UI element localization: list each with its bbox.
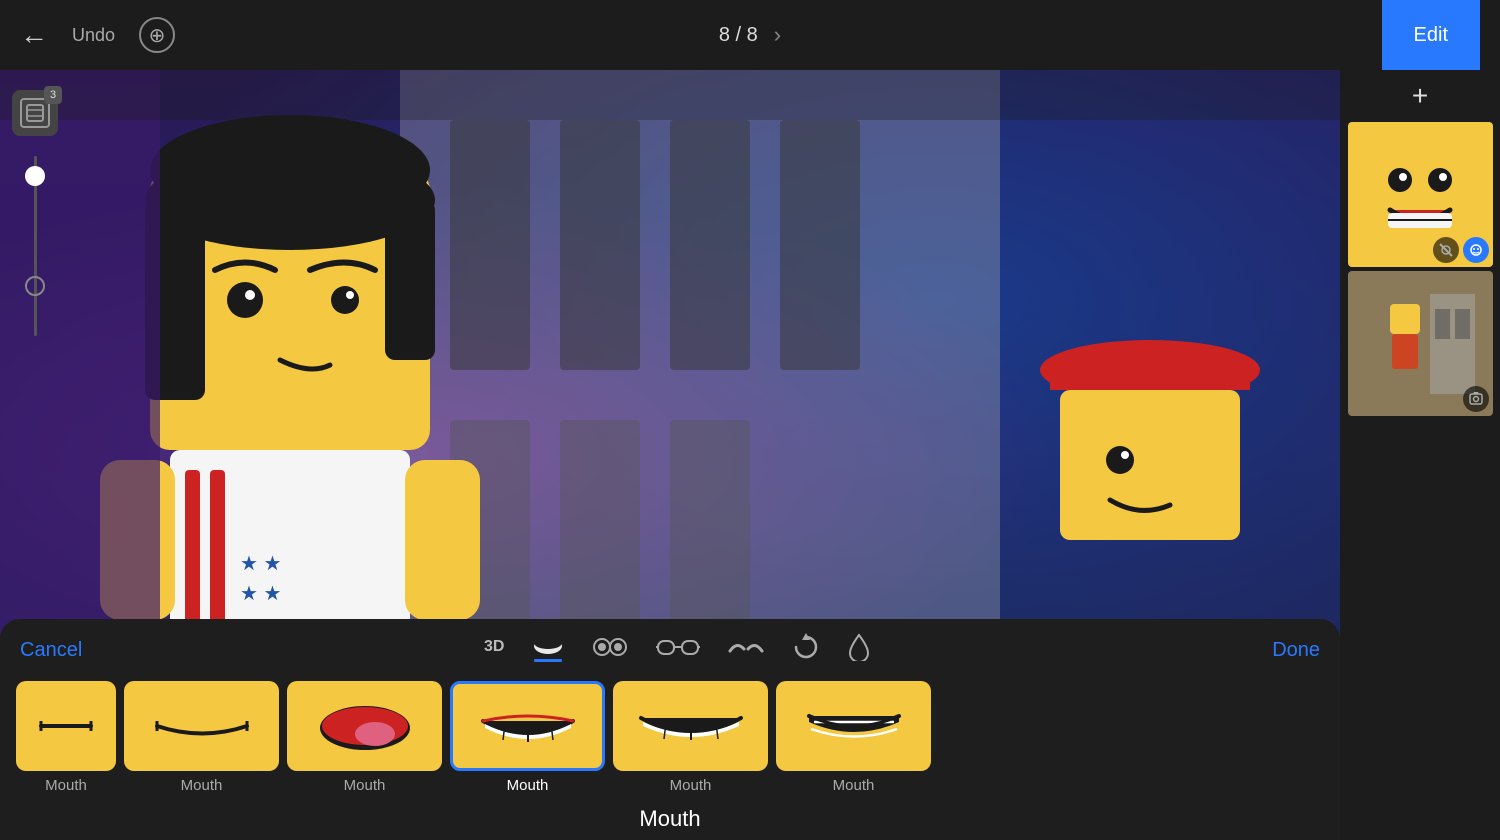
mouth-tab-icon bbox=[532, 638, 564, 656]
thumbnail-1[interactable] bbox=[1348, 122, 1493, 267]
tab-glasses[interactable] bbox=[656, 637, 700, 663]
list-item[interactable]: Mouth bbox=[124, 681, 279, 794]
eyes-tab-icon bbox=[592, 637, 628, 657]
svg-text:★ ★: ★ ★ bbox=[240, 583, 281, 605]
rotate-tab-icon bbox=[792, 633, 820, 661]
undo-button[interactable]: Undo bbox=[72, 25, 115, 46]
mouth-option-1-preview bbox=[124, 681, 279, 771]
bottom-panel: Cancel 3D bbox=[0, 619, 1340, 840]
done-button[interactable]: Done bbox=[1272, 639, 1320, 662]
back-button[interactable]: ← bbox=[20, 19, 48, 51]
mouth-option-3-preview bbox=[450, 681, 605, 771]
mouth-option-4-preview bbox=[613, 681, 768, 771]
eyebrows-tab-icon bbox=[728, 637, 764, 657]
tab-eyebrows[interactable] bbox=[728, 637, 764, 663]
header: ← Undo ⊕ 8 / 8 › Edit bbox=[0, 0, 1500, 70]
brightness-slider[interactable] bbox=[34, 156, 37, 356]
layer-badge[interactable]: 3 bbox=[12, 90, 58, 136]
thumbnail-2[interactable] bbox=[1348, 271, 1493, 416]
eye-hidden-badge bbox=[1433, 237, 1459, 263]
mouth-option-5-label: Mouth bbox=[833, 777, 875, 794]
layers-icon bbox=[25, 103, 45, 123]
mouth-option-0-label: Mouth bbox=[45, 777, 87, 794]
mouth-4-svg bbox=[626, 686, 756, 766]
header-center: 8 / 8 › bbox=[719, 22, 781, 48]
photo-icon bbox=[1469, 392, 1483, 406]
list-item[interactable]: Mouth bbox=[613, 681, 768, 794]
lego-scene-thumb bbox=[1360, 284, 1480, 404]
tab-eyes[interactable] bbox=[592, 637, 628, 663]
3d-label: 3D bbox=[484, 638, 504, 656]
mouth-3-svg bbox=[463, 686, 593, 766]
tab-3d[interactable]: 3D bbox=[484, 638, 504, 662]
cancel-button[interactable]: Cancel bbox=[20, 639, 82, 662]
mouth-option-3-label: Mouth bbox=[507, 777, 549, 794]
edit-button[interactable]: Edit bbox=[1382, 0, 1480, 70]
svg-text:★ ★: ★ ★ bbox=[240, 553, 281, 575]
tab-rotate[interactable] bbox=[792, 633, 820, 667]
header-left: ← Undo ⊕ bbox=[20, 17, 175, 53]
list-item[interactable]: Mouth bbox=[776, 681, 931, 794]
tab-mouth[interactable] bbox=[532, 638, 564, 662]
mouth-1-svg bbox=[137, 686, 267, 766]
list-item[interactable]: Mouth bbox=[450, 681, 605, 794]
mouth-option-2-label: Mouth bbox=[344, 777, 386, 794]
selected-item-label: Mouth bbox=[0, 806, 1340, 840]
mouth-option-5-preview bbox=[776, 681, 931, 771]
face-items-scroll[interactable]: Mouth Mouth bbox=[0, 681, 1340, 806]
photo-icon-badge bbox=[1463, 386, 1489, 412]
next-page-button[interactable]: › bbox=[774, 22, 781, 48]
list-item[interactable]: Mouth bbox=[16, 681, 116, 794]
mouth-0-svg bbox=[26, 696, 106, 756]
slider-track bbox=[34, 156, 37, 336]
drop-tab-icon bbox=[848, 633, 870, 661]
mouth-option-1-label: Mouth bbox=[181, 777, 223, 794]
slider-thumb-top[interactable] bbox=[25, 166, 45, 186]
face-part-tabs: 3D bbox=[82, 633, 1272, 667]
layer-number: 3 bbox=[44, 86, 62, 104]
eye-slash-icon bbox=[1439, 243, 1453, 257]
list-item[interactable]: Mouth bbox=[287, 681, 442, 794]
face-badge bbox=[1463, 237, 1489, 263]
right-panel: + bbox=[1340, 70, 1500, 840]
bottom-toolbar: Cancel 3D bbox=[0, 619, 1340, 681]
page-counter: 8 / 8 bbox=[719, 24, 758, 47]
right-add-button[interactable]: + bbox=[1412, 80, 1428, 112]
slider-thumb-bottom[interactable] bbox=[25, 276, 45, 296]
face-icon bbox=[1469, 243, 1483, 257]
glasses-tab-icon bbox=[656, 637, 700, 657]
mouth-5-svg bbox=[789, 686, 919, 766]
mouth-2-svg bbox=[300, 686, 430, 766]
mouth-option-0-preview bbox=[16, 681, 116, 771]
add-button[interactable]: ⊕ bbox=[139, 17, 175, 53]
tab-drop[interactable] bbox=[848, 633, 870, 667]
mouth-option-2-preview bbox=[287, 681, 442, 771]
add-icon: ⊕ bbox=[149, 23, 166, 48]
thumb1-overlay bbox=[1433, 237, 1489, 263]
mouth-option-4-label: Mouth bbox=[670, 777, 712, 794]
